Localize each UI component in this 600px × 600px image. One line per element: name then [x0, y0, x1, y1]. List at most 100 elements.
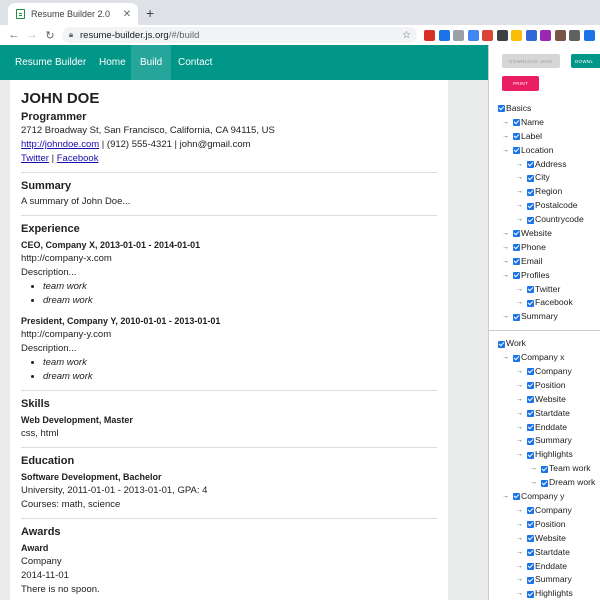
checkbox[interactable] [513, 133, 520, 141]
checkbox[interactable] [498, 105, 505, 113]
extension-icon[interactable] [424, 30, 435, 41]
extension-icon[interactable] [438, 30, 450, 41]
tree-item[interactable]: → Company y [498, 490, 600, 504]
tree-item[interactable]: → Position [498, 379, 600, 393]
checkbox[interactable] [527, 368, 534, 376]
checkbox[interactable] [513, 258, 520, 266]
tree-item-basics[interactable]: Basics [498, 102, 600, 116]
close-icon[interactable]: ✕ [120, 9, 134, 20]
brand-link[interactable]: Resume Builder [15, 45, 86, 80]
tree-item[interactable]: → Region [498, 185, 600, 199]
tree-item[interactable]: → Position [498, 518, 600, 532]
checkbox[interactable] [527, 576, 534, 584]
bookmark-star-icon[interactable]: ☆ [402, 30, 411, 41]
back-icon[interactable]: ← [5, 29, 23, 41]
extension-icon[interactable] [554, 30, 566, 41]
checkbox[interactable] [513, 272, 520, 280]
tree-item[interactable]: → Team work [498, 462, 600, 476]
print-button[interactable]: PRINT [502, 76, 539, 91]
tree-item[interactable]: → Website [498, 532, 600, 546]
new-tab-button[interactable]: + [146, 5, 154, 21]
checkbox[interactable] [513, 244, 520, 252]
checkbox[interactable] [541, 479, 548, 487]
extension-icon[interactable] [583, 30, 595, 41]
reload-icon[interactable]: ↻ [41, 29, 59, 42]
checkbox[interactable] [527, 590, 534, 598]
tree-item[interactable]: → Phone [498, 241, 600, 255]
checkbox[interactable] [527, 299, 534, 307]
address-bar[interactable]: 🔒︎ resume-builder.js.org/#/build ☆ [62, 27, 417, 43]
tree-item[interactable]: → Label [498, 130, 600, 144]
checkbox[interactable] [527, 535, 534, 543]
twitter-link[interactable]: Twitter [21, 153, 49, 164]
tree-item[interactable]: → Enddate [498, 560, 600, 574]
checkbox[interactable] [527, 424, 534, 432]
tree-item[interactable]: → Company [498, 504, 600, 518]
tree-item-work[interactable]: Work [498, 337, 600, 351]
download-json-button[interactable]: DOWNLOAD JSON [502, 54, 560, 68]
checkbox[interactable] [527, 507, 534, 515]
checkbox[interactable] [527, 216, 534, 224]
tree-item[interactable]: → Facebook [498, 296, 600, 310]
website-link[interactable]: http://johndoe.com [21, 139, 99, 150]
tree-item[interactable]: → Enddate [498, 421, 600, 435]
forward-icon[interactable]: → [23, 29, 41, 41]
checkbox[interactable] [527, 451, 534, 459]
checkbox[interactable] [527, 521, 534, 529]
tree-item[interactable]: → Company [498, 365, 600, 379]
tree-item[interactable]: → Website [498, 393, 600, 407]
tree-item[interactable]: → Address [498, 158, 600, 172]
tree-item[interactable]: → Dream work [498, 476, 600, 490]
checkbox[interactable] [527, 396, 534, 404]
browser-tab[interactable]: Resume Builder 2.0 ✕ [8, 3, 138, 25]
extension-icon[interactable] [569, 30, 580, 41]
extension-icon[interactable] [467, 30, 479, 41]
tree-item[interactable]: → Company x [498, 351, 600, 365]
checkbox[interactable] [527, 549, 534, 557]
tree-item[interactable]: → Website [498, 227, 600, 241]
nav-home[interactable]: Home [99, 45, 126, 80]
tree-item[interactable]: → Postalcode [498, 199, 600, 213]
checkbox[interactable] [527, 382, 534, 390]
tree-item[interactable]: → Email [498, 255, 600, 269]
checkbox[interactable] [513, 354, 520, 362]
checkbox[interactable] [527, 202, 534, 210]
checkbox[interactable] [498, 340, 505, 348]
tree-item[interactable]: → Summary [498, 573, 600, 587]
tree-item[interactable]: → Summary [498, 434, 600, 448]
checkbox[interactable] [513, 493, 520, 501]
tree-item[interactable]: → Startdate [498, 546, 600, 560]
checkbox[interactable] [527, 437, 534, 445]
nav-build[interactable]: Build [131, 45, 172, 80]
tree-item[interactable]: → Twitter [498, 283, 600, 297]
extension-icon[interactable] [540, 30, 551, 41]
checkbox[interactable] [527, 161, 534, 168]
tree-item[interactable]: → Summary [498, 310, 600, 324]
tree-item[interactable]: → Location [498, 144, 600, 158]
checkbox[interactable] [527, 188, 534, 196]
checkbox[interactable] [513, 230, 520, 238]
nav-contact[interactable]: Contact [178, 45, 212, 80]
checkbox[interactable] [527, 562, 534, 570]
tree-item[interactable]: → City [498, 171, 600, 185]
checkbox[interactable] [513, 119, 520, 127]
tree-item[interactable]: → Name [498, 116, 600, 130]
checkbox[interactable] [527, 286, 534, 294]
checkbox[interactable] [541, 465, 548, 473]
tree-item[interactable]: → Highlights [498, 587, 600, 600]
extension-icon[interactable] [525, 30, 537, 41]
tree-item[interactable]: → Startdate [498, 407, 600, 421]
extension-icon[interactable] [482, 30, 493, 41]
tree-item[interactable]: → Highlights [498, 448, 600, 462]
tree-item[interactable]: → Profiles [498, 269, 600, 283]
checkbox[interactable] [513, 313, 520, 321]
checkbox[interactable] [513, 147, 520, 155]
download-button[interactable]: DOWNL [571, 54, 600, 68]
checkbox[interactable] [527, 174, 534, 182]
extension-icon[interactable] [511, 30, 522, 41]
extension-icon[interactable] [453, 30, 464, 41]
checkbox[interactable] [527, 410, 534, 418]
tree-item[interactable]: → Countrycode [498, 213, 600, 227]
extension-icon[interactable] [496, 30, 508, 41]
facebook-link[interactable]: Facebook [57, 153, 99, 164]
